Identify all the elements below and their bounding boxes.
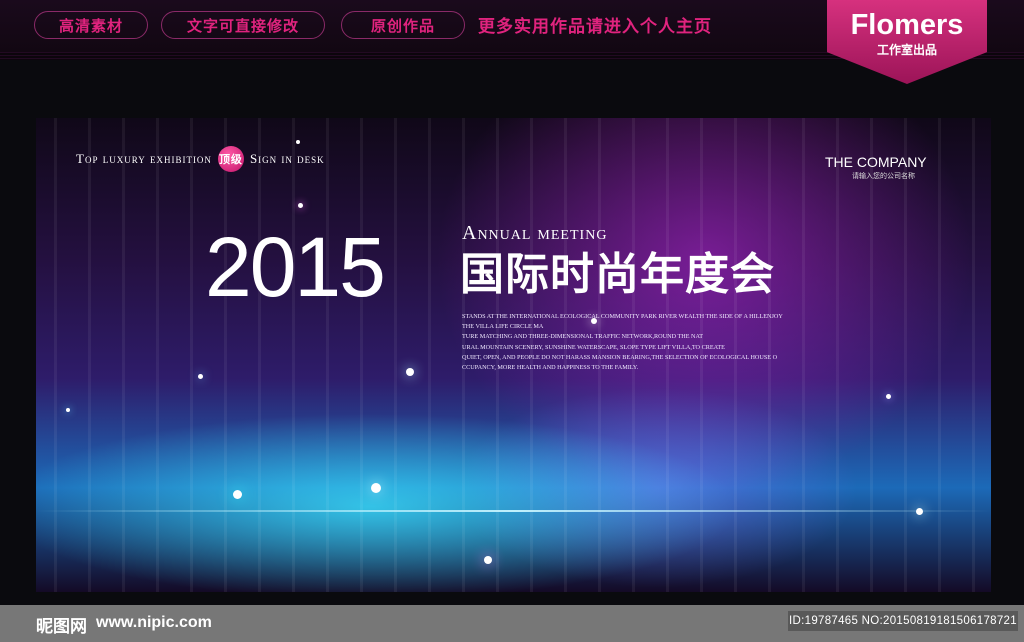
company-subtitle: 请输入您的公司名称	[852, 173, 915, 180]
pill-editable-text[interactable]: 文字可直接修改	[161, 11, 325, 39]
body-copy: STANDS AT THE INTERNATIONAL ECOLOGICAL C…	[462, 312, 822, 373]
sparkle	[66, 408, 70, 412]
image-id-label: ID:19787465 NO:20150819181506178721	[788, 611, 1018, 631]
sparkle	[298, 203, 303, 208]
company-name: THE COMPANY	[825, 154, 927, 170]
horizon-line	[36, 510, 991, 512]
tagline-left: Top luxury exhibition	[76, 151, 212, 166]
brand-name: Flomers	[850, 9, 964, 41]
sparkle	[484, 556, 492, 564]
body-line: STANDS AT THE INTERNATIONAL ECOLOGICAL C…	[462, 313, 783, 320]
nipic-logo[interactable]: 昵图网	[36, 612, 87, 637]
tagline-right: Sign in desk	[249, 151, 325, 166]
body-line: TURE MATCHING AND THREE-DIMENSIONAL TRAF…	[462, 333, 704, 341]
body-line: QUIET, OPEN, AND PEOPLE DO NOT HARASS MA…	[462, 353, 778, 361]
body-line: URAL MOUNTAIN SCENERY, SUNSHINE WATERSCA…	[462, 343, 725, 351]
sparkle	[916, 508, 923, 515]
sparkle	[406, 368, 414, 376]
body-line: THE VILLA LIFE CIRCLE MA	[462, 323, 544, 331]
sparkle	[371, 483, 381, 493]
sparkle	[296, 140, 300, 144]
annual-meeting-heading: Annual meeting	[462, 222, 608, 244]
sparkle	[198, 374, 203, 379]
brand-badge[interactable]: Flomers 工作室出品	[827, 0, 987, 84]
year-heading: 2015	[205, 220, 386, 314]
brand-subtitle: 工作室出品	[876, 43, 937, 57]
pill-original-work[interactable]: 原创作品	[341, 11, 465, 39]
event-title: 国际时尚年度会	[460, 250, 775, 299]
tagline: Top luxury exhibition 顶级 Sign in desk	[76, 146, 325, 172]
sparkle	[886, 394, 891, 399]
top-grade-badge: 顶级	[217, 146, 244, 172]
body-line: CCUPANCY, MORE HEALTH AND HAPPINESS TO T…	[462, 364, 639, 372]
pill-hd-material[interactable]: 高清素材	[34, 11, 148, 39]
promo-link[interactable]: 更多实用作品请进入个人主页	[478, 12, 712, 37]
nipic-url[interactable]: www.nipic.com	[96, 614, 212, 632]
sparkle	[233, 490, 242, 499]
